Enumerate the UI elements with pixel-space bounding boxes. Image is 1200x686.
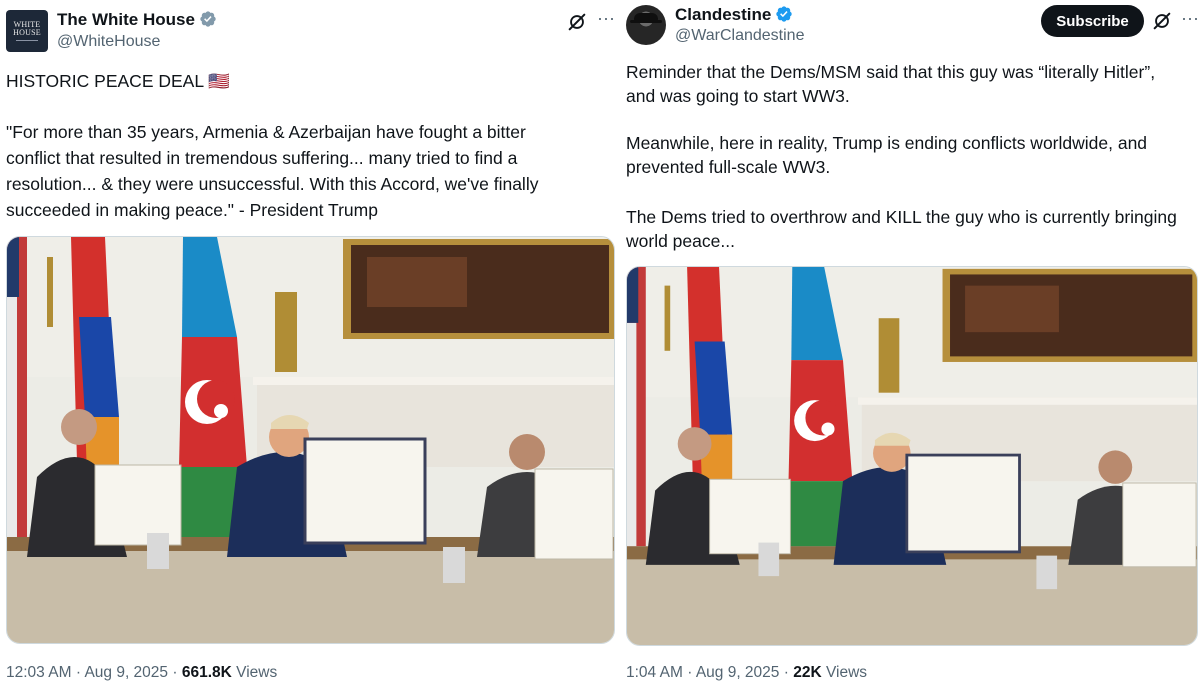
meta-separator: · bbox=[75, 664, 81, 681]
avatar-whitehouse[interactable]: WHITE HOUSE bbox=[6, 10, 48, 52]
post-photo[interactable] bbox=[626, 266, 1198, 646]
post-text-line: The Dems tried to overthrow and KILL the… bbox=[626, 207, 1177, 227]
views-count: 661.8K bbox=[181, 664, 232, 681]
author-name[interactable]: The White House bbox=[57, 10, 217, 30]
avatar-hat-brim bbox=[630, 20, 662, 23]
post-text-line: prevented full-scale WW3. bbox=[626, 157, 831, 177]
post-photo[interactable] bbox=[6, 236, 615, 644]
post-time[interactable]: 12:03 AM bbox=[6, 664, 72, 681]
photo-signing-ceremony bbox=[7, 237, 614, 643]
verified-badge-icon bbox=[776, 6, 793, 22]
views-label: Views bbox=[236, 664, 278, 681]
post-text-line: and was going to start WW3. bbox=[626, 86, 850, 106]
avatar-clandestine[interactable] bbox=[626, 5, 666, 45]
grok-icon[interactable] bbox=[1151, 10, 1173, 32]
avatar-text-line2: HOUSE bbox=[13, 28, 41, 37]
author-name-text: The White House bbox=[57, 10, 195, 29]
post-time[interactable]: 1:04 AM bbox=[626, 664, 683, 681]
post-meta: 12:03 AM · Aug 9, 2025 · 661.8K Views bbox=[6, 664, 277, 682]
views-label: Views bbox=[825, 664, 868, 681]
post-text-line: world peace... bbox=[626, 231, 735, 251]
post-date[interactable]: Aug 9, 2025 bbox=[696, 664, 780, 681]
meta-separator: · bbox=[687, 664, 693, 681]
more-icon[interactable]: ··· bbox=[1181, 9, 1199, 27]
more-icon[interactable]: ··· bbox=[597, 9, 615, 27]
verified-badge-icon bbox=[200, 11, 216, 27]
grok-icon[interactable] bbox=[566, 11, 588, 33]
meta-separator: · bbox=[783, 664, 789, 681]
subscribe-button[interactable]: Subscribe bbox=[1041, 5, 1144, 37]
tweet-whitehouse: WHITE HOUSE The White House @WhiteHouse … bbox=[0, 0, 618, 686]
author-name[interactable]: Clandestine bbox=[675, 5, 793, 25]
author-handle[interactable]: @WhiteHouse bbox=[57, 33, 160, 51]
post-title: HISTORIC PEACE DEAL bbox=[6, 71, 204, 91]
photo-signing-ceremony bbox=[627, 267, 1197, 645]
post-text-line: resolution... & they were unsuccessful. … bbox=[6, 174, 539, 194]
views-count: 22K bbox=[793, 664, 822, 681]
post-text-line: Meanwhile, here in reality, Trump is end… bbox=[626, 133, 1148, 153]
post-text-line: conflict that resulted in tremendous suf… bbox=[6, 148, 518, 168]
post-date[interactable]: Aug 9, 2025 bbox=[84, 664, 168, 681]
author-handle[interactable]: @WarClandestine bbox=[675, 27, 804, 45]
post-text-line: "For more than 35 years, Armenia & Azerb… bbox=[6, 122, 526, 142]
meta-separator: · bbox=[172, 664, 178, 681]
us-flag-emoji: 🇺🇸 bbox=[208, 71, 231, 91]
post-title-line: HISTORIC PEACE DEAL 🇺🇸 bbox=[6, 68, 230, 94]
avatar-rule bbox=[16, 40, 38, 41]
post-meta: 1:04 AM · Aug 9, 2025 · 22K Views bbox=[626, 664, 867, 682]
tweet-clandestine: Clandestine @WarClandestine Subscribe ··… bbox=[620, 0, 1200, 686]
post-text-line: Reminder that the Dems/MSM said that thi… bbox=[626, 62, 1156, 82]
author-name-text: Clandestine bbox=[675, 5, 772, 24]
post-text-line: succeeded in making peace." - President … bbox=[6, 200, 378, 220]
